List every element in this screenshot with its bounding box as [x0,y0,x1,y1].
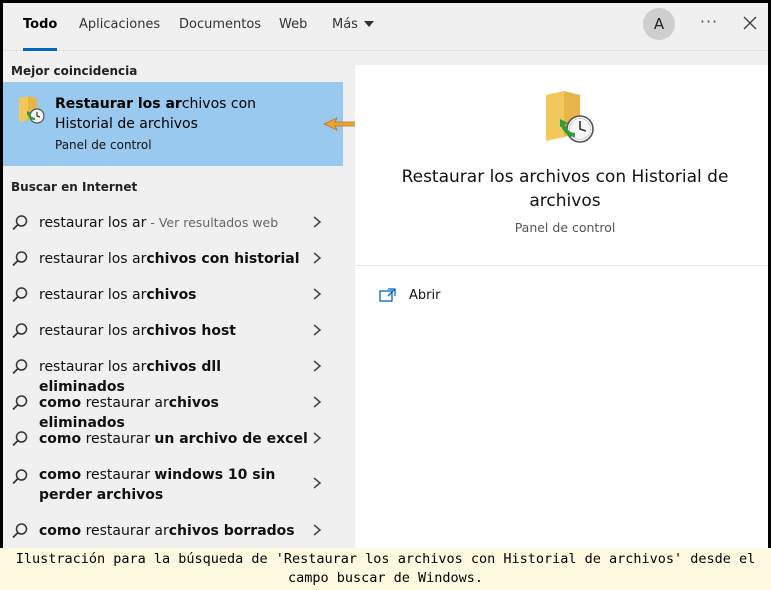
chevron-right-icon[interactable] [311,359,323,373]
tab-web[interactable]: Web [279,3,307,51]
web-suggestion-text-part: restaurar ar [81,523,169,539]
web-suggestion-item[interactable]: como restaurar archivos eliminados [3,384,343,431]
web-suggestion-item[interactable]: restaurar los archivos [3,276,343,312]
web-suggestion-text-part: como [39,523,82,539]
chevron-right-icon[interactable] [311,251,323,265]
search-icon [12,469,28,485]
web-suggestion-text-part: - Ver resultados web [146,215,279,230]
search-icon [12,251,28,267]
tab-documentos[interactable]: Documentos [179,3,261,51]
search-icon [12,395,28,411]
web-suggestion-text-part: restaurar los ar [39,215,147,231]
divider [355,265,768,266]
preview-panel: Restaurar los archivos con Historial de … [355,65,768,548]
web-suggestion-text-part: restaurar los ar [39,251,147,267]
chevron-right-icon[interactable] [311,287,323,301]
search-icon [12,215,28,231]
web-suggestion-text-part: chivos con historial [146,251,300,267]
web-suggestion-text-part: como [39,431,82,447]
web-suggestion-item[interactable]: como restaurar archivos borrados [3,512,343,548]
search-icon [12,431,28,447]
search-icon [12,359,28,375]
chevron-right-icon[interactable] [311,215,323,229]
search-icon [12,523,28,539]
web-suggestions-list: restaurar los ar - Ver resultados web res… [3,204,355,548]
open-external-icon [379,288,396,302]
preview-title: Restaurar los archivos con Historial de … [401,167,729,211]
web-suggestion-text: restaurar los ar - Ver resultados web [39,213,309,233]
web-suggestion-text-part: restaurar ar [81,395,169,411]
web-suggestion-text-part: chivos [146,287,197,303]
best-match-title-bold: Restaurar los ar [55,96,182,112]
web-suggestion-text-part: chivos borrados [168,523,295,539]
search-icon [12,287,28,303]
search-icon [12,323,28,339]
results-panel: Mejor coincidencia Restaurar los archivo… [3,52,364,548]
web-suggestion-text-part: restaurar los ar [39,323,147,339]
web-suggestion-item[interactable]: restaurar los archivos dll eliminados [3,348,343,395]
web-suggestion-item[interactable]: restaurar los archivos host [3,312,343,348]
web-suggestion-text-part: como [39,467,82,483]
chevron-right-icon[interactable] [311,431,323,445]
web-search-heading: Buscar en Internet [11,180,138,194]
tab-mas-label: Más [332,17,358,32]
file-history-folder-icon [546,91,594,143]
preview-subtitle: Panel de control [514,220,616,235]
web-suggestion-text-part: restaurar [81,467,155,483]
chevron-down-icon [363,21,374,27]
web-suggestion-text-part: restaurar los ar [39,287,147,303]
web-suggestion-item[interactable]: restaurar los archivos con historial [3,240,343,276]
web-suggestion-text-part: restaurar [81,431,155,447]
tab-todo[interactable]: Todo [23,3,58,51]
web-suggestion-item[interactable]: como restaurar un archivo de excel [3,420,343,456]
close-icon[interactable] [739,12,761,34]
web-suggestion-text-part: un archivo de excel [154,431,308,447]
search-tabs: Todo Aplicaciones Documentos Web Más A ·… [3,3,768,51]
web-suggestion-text-part: restaurar los ar [39,359,147,375]
chevron-right-icon[interactable] [311,323,323,337]
best-match-heading: Mejor coincidencia [11,64,138,78]
web-suggestion-item[interactable]: como restaurar windows 10 sin perder arc… [3,456,343,512]
web-suggestion-text: restaurar los archivos host [39,321,309,341]
best-match-item[interactable]: Restaurar los archivos con Historial de … [3,82,343,166]
web-suggestion-text: restaurar los archivos con historial [39,249,309,269]
search-window: Todo Aplicaciones Documentos Web Más A ·… [3,3,768,548]
web-suggestion-text-part: como [39,395,82,411]
screenshot-frame: Todo Aplicaciones Documentos Web Más A ·… [0,0,771,590]
web-suggestion-text: restaurar los archivos [39,285,309,305]
open-label: Abrir [409,288,441,303]
tab-mas[interactable]: Más [332,3,374,51]
web-suggestion-text-part: chivos host [146,323,237,339]
tab-aplicaciones[interactable]: Aplicaciones [79,3,160,51]
more-options-icon[interactable]: ··· [697,11,721,35]
web-suggestion-text: como restaurar windows 10 sin perder arc… [39,465,309,505]
web-suggestion-item[interactable]: restaurar los ar - Ver resultados web [3,204,343,240]
best-match-subtitle: Panel de control [55,138,152,152]
web-suggestion-text: como restaurar archivos borrados [39,521,309,541]
chevron-right-icon[interactable] [311,395,323,409]
image-caption: Ilustración para la búsqueda de 'Restaur… [0,548,771,590]
chevron-right-icon[interactable] [311,476,323,490]
best-match-title: Restaurar los archivos con Historial de … [55,94,295,134]
chevron-right-icon[interactable] [311,523,323,537]
web-suggestion-text: como restaurar un archivo de excel [39,429,309,449]
avatar[interactable]: A [643,8,675,40]
file-history-folder-icon [19,96,45,124]
